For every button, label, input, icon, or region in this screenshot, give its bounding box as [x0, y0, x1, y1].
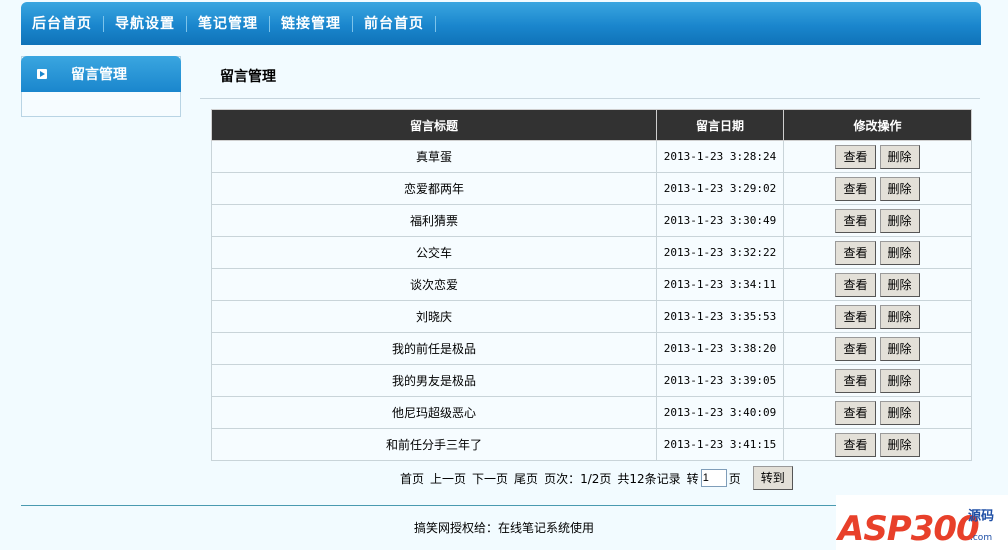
row-actions: 查看 删除 — [783, 140, 972, 173]
row-actions: 查看 删除 — [783, 172, 972, 205]
column-header-date: 留言日期 — [656, 109, 784, 141]
view-button[interactable]: 查看 — [835, 144, 876, 169]
nav-item-admin-home[interactable]: 后台首页 — [21, 15, 104, 32]
top-nav-bar: 后台首页 导航设置 笔记管理 链接管理 前台首页 — [21, 2, 981, 45]
message-title: 福利猜票 — [211, 204, 657, 237]
table-row: 他尼玛超级恶心 2013-1-23 3:40:09 查看 删除 — [211, 396, 972, 429]
table-header-row: 留言标题 留言日期 修改操作 — [211, 109, 972, 141]
message-table: 留言标题 留言日期 修改操作 真草蛋 2013-1-23 3:28:24 查看 删除恋… — [211, 109, 972, 461]
watermark-logo-subtext: 源码 — [968, 509, 995, 524]
delete-button[interactable]: 删除 — [879, 368, 920, 393]
row-actions: 查看 删除 — [783, 300, 972, 333]
message-title: 真草蛋 — [211, 140, 657, 173]
message-title: 和前任分手三年了 — [211, 428, 657, 461]
table-row: 和前任分手三年了 2013-1-23 3:41:15 查看 删除 — [211, 428, 972, 461]
table-row: 公交车 2013-1-23 3:32:22 查看 删除 — [211, 236, 972, 269]
row-actions: 查看 删除 — [783, 364, 972, 397]
view-button[interactable]: 查看 — [835, 240, 876, 265]
nav-item-notes[interactable]: 笔记管理 — [187, 15, 270, 32]
message-date: 2013-1-23 3:32:22 — [656, 236, 784, 269]
view-button[interactable]: 查看 — [835, 272, 876, 297]
row-actions: 查看 删除 — [783, 236, 972, 269]
message-title: 公交车 — [211, 236, 657, 269]
pager-goto-prefix: 转 — [686, 471, 699, 486]
message-date: 2013-1-23 3:39:05 — [656, 364, 784, 397]
row-actions: 查看 删除 — [783, 268, 972, 301]
message-date: 2013-1-23 3:30:49 — [656, 204, 784, 237]
message-date: 2013-1-23 3:38:20 — [656, 332, 784, 365]
row-actions: 查看 删除 — [783, 428, 972, 461]
sidebar-header[interactable]: 留言管理 — [21, 56, 181, 92]
message-title: 我的男友是极品 — [211, 364, 657, 397]
watermark-logo-text: ASP300 — [838, 509, 980, 549]
message-date: 2013-1-23 3:35:53 — [656, 300, 784, 333]
pager-next-link[interactable]: 下一页 — [472, 470, 508, 487]
row-actions: 查看 删除 — [783, 396, 972, 429]
view-button[interactable]: 查看 — [835, 432, 876, 457]
message-date: 2013-1-23 3:34:11 — [656, 268, 784, 301]
sidebar-title[interactable]: 留言管理 — [71, 64, 127, 84]
message-date: 2013-1-23 3:29:02 — [656, 172, 784, 205]
delete-button[interactable]: 删除 — [879, 240, 920, 265]
view-button[interactable]: 查看 — [835, 368, 876, 393]
row-actions: 查看 删除 — [783, 204, 972, 237]
delete-button[interactable]: 删除 — [879, 176, 920, 201]
pagination: 首页 上一页 下一页 尾页 页次：1/2页 共12条记录 转 页 转到 — [400, 466, 799, 490]
message-date: 2013-1-23 3:40:09 — [656, 396, 784, 429]
watermark-logo: ASP300 源码 .com — [836, 495, 1008, 550]
delete-button[interactable]: 删除 — [879, 336, 920, 361]
nav-item-links[interactable]: 链接管理 — [270, 15, 353, 32]
table-row: 我的前任是极品 2013-1-23 3:38:20 查看 删除 — [211, 332, 972, 365]
view-button[interactable]: 查看 — [835, 176, 876, 201]
page-number-input[interactable] — [700, 469, 727, 487]
nav-item-nav-settings[interactable]: 导航设置 — [104, 15, 187, 32]
message-title: 刘晓庆 — [211, 300, 657, 333]
pager-first-link[interactable]: 首页 — [400, 470, 424, 487]
message-title: 我的前任是极品 — [211, 332, 657, 365]
row-actions: 查看 删除 — [783, 332, 972, 365]
delete-button[interactable]: 删除 — [879, 304, 920, 329]
table-row: 刘晓庆 2013-1-23 3:35:53 查看 删除 — [211, 300, 972, 333]
pager-page-info: 页次：1/2页 — [544, 471, 612, 486]
pager-last-link[interactable]: 尾页 — [514, 470, 538, 487]
table-row: 真草蛋 2013-1-23 3:28:24 查看 删除 — [211, 140, 972, 173]
delete-button[interactable]: 删除 — [879, 208, 920, 233]
column-header-actions: 修改操作 — [783, 109, 972, 141]
delete-button[interactable]: 删除 — [879, 272, 920, 297]
view-button[interactable]: 查看 — [835, 304, 876, 329]
pager-goto-suffix: 页 — [728, 471, 741, 486]
delete-button[interactable]: 删除 — [879, 144, 920, 169]
sidebar: 留言管理 — [21, 56, 181, 117]
arrow-right-icon — [37, 69, 47, 79]
message-title: 恋爱都两年 — [211, 172, 657, 205]
nav-item-frontend-home[interactable]: 前台首页 — [353, 15, 436, 32]
page-title: 留言管理 — [220, 69, 276, 85]
table-row: 谈次恋爱 2013-1-23 3:34:11 查看 删除 — [211, 268, 972, 301]
pager-total: 共12条记录 — [617, 471, 681, 486]
message-date: 2013-1-23 3:28:24 — [656, 140, 784, 173]
view-button[interactable]: 查看 — [835, 208, 876, 233]
title-divider — [200, 98, 980, 99]
pager-prev-link[interactable]: 上一页 — [430, 470, 466, 487]
message-title: 谈次恋爱 — [211, 268, 657, 301]
message-title: 他尼玛超级恶心 — [211, 396, 657, 429]
message-date: 2013-1-23 3:41:15 — [656, 428, 784, 461]
delete-button[interactable]: 删除 — [879, 400, 920, 425]
column-header-title: 留言标题 — [211, 109, 657, 141]
delete-button[interactable]: 删除 — [879, 432, 920, 457]
table-row: 我的男友是极品 2013-1-23 3:39:05 查看 删除 — [211, 364, 972, 397]
table-row: 福利猜票 2013-1-23 3:30:49 查看 删除 — [211, 204, 972, 237]
view-button[interactable]: 查看 — [835, 400, 876, 425]
table-body: 真草蛋 2013-1-23 3:28:24 查看 删除 恋爱都两年 2013-1-23 3… — [211, 140, 972, 461]
watermark-logo-url: .com — [970, 533, 993, 543]
table-row: 恋爱都两年 2013-1-23 3:29:02 查看 删除 — [211, 172, 972, 205]
goto-page-button[interactable]: 转到 — [752, 466, 793, 490]
view-button[interactable]: 查看 — [835, 336, 876, 361]
